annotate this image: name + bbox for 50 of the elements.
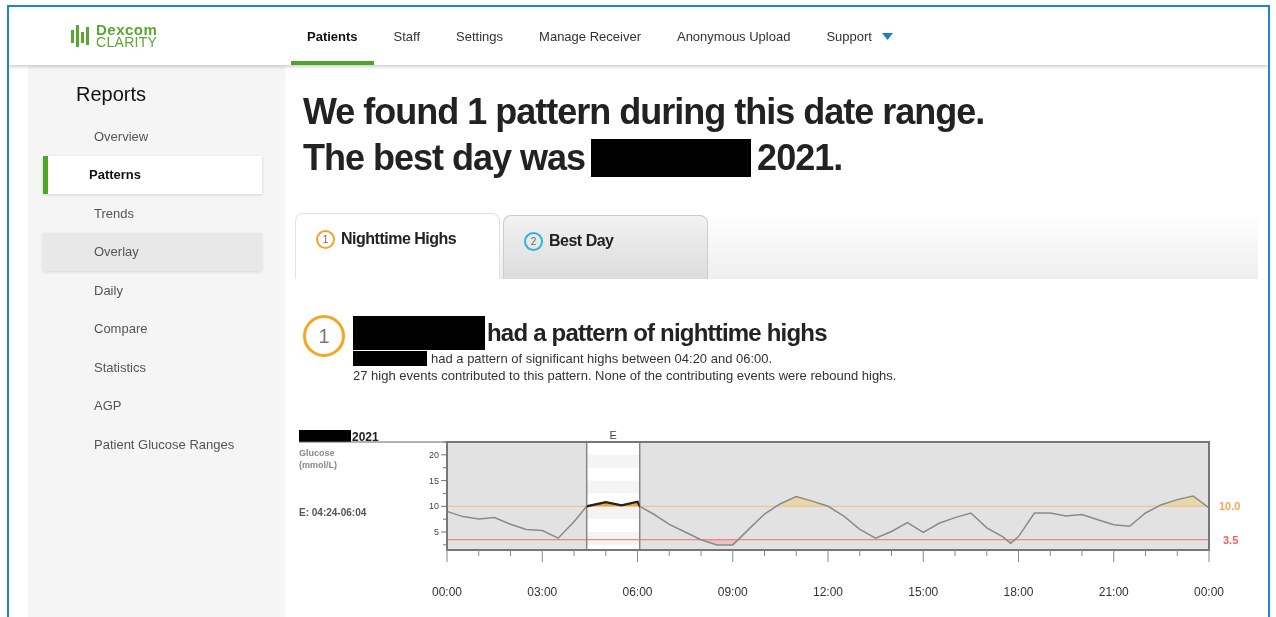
pattern-description: had a pattern of significant highs between 04:20 and 06:00.: [431, 350, 773, 367]
x-tick-label: 12:00: [813, 585, 843, 599]
x-tick-label: 06:00: [622, 585, 653, 599]
y-tick-label: 10: [429, 501, 439, 512]
sidebar-title: Reports: [76, 83, 148, 106]
logo-product: CLARITY: [96, 36, 158, 49]
nav-tab[interactable]: Patients: [291, 7, 374, 65]
nav-tab[interactable]: Support: [810, 7, 909, 65]
x-tick-label: 03:00: [527, 585, 558, 599]
y-tick-label: 20: [429, 449, 439, 460]
sidebar-item[interactable]: AGP: [43, 386, 262, 425]
y-tick-label: 5: [434, 527, 439, 537]
nav-tab[interactable]: Manage Receiver: [523, 7, 657, 65]
pattern-tab[interactable]: 1 Nighttime Highs: [295, 213, 500, 279]
sidebar-item[interactable]: Patterns: [43, 155, 262, 194]
redaction-bar: [299, 430, 351, 442]
number-badge: 2: [524, 232, 543, 251]
headline: 2021.: [757, 136, 843, 180]
sidebar-item[interactable]: Daily: [43, 271, 262, 309]
y-tick-label: 15: [429, 475, 439, 486]
pattern-number-badge: 1: [303, 315, 345, 357]
sidebar-item[interactable]: Trends: [43, 194, 262, 232]
x-tick-label: 00:00: [432, 585, 462, 599]
x-tick-label: 21:00: [1098, 585, 1129, 599]
chart-date: 2021: [352, 430, 379, 444]
sidebar-item[interactable]: Patient Glucose Ranges: [43, 425, 262, 463]
x-tick-label: 15:00: [908, 585, 939, 599]
pattern-tab[interactable]: 2 Best Day: [503, 215, 708, 279]
threshold-label: 10.0: [1219, 500, 1241, 513]
sidebar-item[interactable]: Statistics: [43, 348, 262, 386]
pattern-description: 27 high events contributed to this pattern. None of the contributing events were rebound highs.: [353, 367, 897, 384]
nav-tab[interactable]: Anonymous Upload: [660, 7, 807, 65]
x-tick-label: 00:00: [1194, 585, 1224, 599]
sidebar-item[interactable]: Overlay: [43, 232, 262, 271]
logo-bars-icon: [71, 25, 91, 47]
headline: The best day was: [303, 136, 586, 180]
sidebar-item[interactable]: Overview: [43, 117, 262, 155]
pattern-title: had a pattern of nighttime highs: [487, 319, 827, 347]
x-tick-label: 09:00: [717, 585, 748, 599]
nav-tab[interactable]: Staff: [377, 7, 437, 65]
event-time-label: E: 04:24-06:04: [299, 507, 367, 518]
number-badge: 1: [316, 230, 335, 249]
headline: We found 1 pattern during this date range.: [303, 90, 985, 134]
x-tick-label: 18:00: [1003, 585, 1034, 599]
sidebar-item[interactable]: Compare: [43, 309, 262, 348]
threshold-label: 3.5: [1223, 533, 1239, 546]
axis-title: Glucose (mmol/L): [299, 448, 337, 470]
event-marker-label: E: [609, 429, 617, 441]
logo-brand: Dexcom: [96, 23, 158, 36]
nav-tab[interactable]: Settings: [440, 7, 520, 65]
